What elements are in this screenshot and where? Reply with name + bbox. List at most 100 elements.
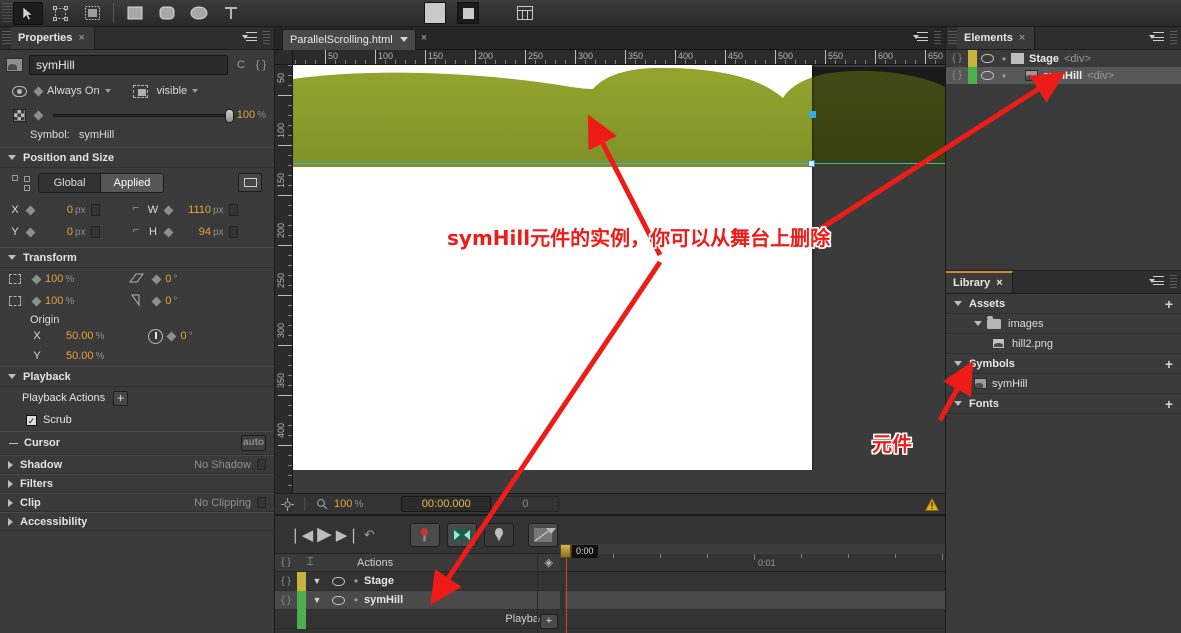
elements-dock-grip[interactable] <box>1170 31 1177 46</box>
rotation-value[interactable]: 0 <box>180 330 186 342</box>
stage-dock-grip[interactable] <box>934 31 941 46</box>
cursor-value-button[interactable]: auto <box>241 435 266 451</box>
display-eye-icon[interactable] <box>12 86 27 97</box>
ellipse-tool[interactable] <box>184 2 214 25</box>
skew-y-keyframe-icon[interactable] <box>152 296 162 306</box>
auto-transition-button[interactable] <box>447 523 477 547</box>
opacity-slider[interactable] <box>53 114 231 117</box>
center-stage-icon[interactable] <box>275 496 299 512</box>
visibility-icon[interactable] <box>133 85 148 98</box>
scale-y-keyframe-icon[interactable] <box>32 296 42 306</box>
tab-properties[interactable]: Properties × <box>11 27 95 49</box>
library-dock-grip[interactable] <box>1170 275 1177 290</box>
playhead[interactable]: 0:00 <box>566 554 567 633</box>
transform-tool[interactable] <box>45 2 75 25</box>
h-value[interactable]: 94 <box>177 226 211 238</box>
library-section-add-button[interactable]: + <box>1165 358 1173 370</box>
selection-handle-right[interactable] <box>809 111 816 118</box>
elements-row-eye-icon[interactable] <box>977 71 997 80</box>
library-section-expand-icon[interactable] <box>954 301 962 306</box>
library-panel-menu-icon[interactable] <box>1149 276 1165 288</box>
selection-tool[interactable] <box>13 2 43 25</box>
rectangle-tool[interactable] <box>120 2 150 25</box>
library-section-add-button[interactable]: + <box>1165 398 1173 410</box>
skew-x-value[interactable]: 0 <box>165 273 171 285</box>
timeline-row-code-icon[interactable]: { } <box>275 576 297 587</box>
element-name-input[interactable]: symHill <box>29 55 228 75</box>
filters-expand-icon[interactable] <box>8 480 13 488</box>
elements-row-code-icon[interactable]: { } <box>946 53 968 64</box>
frame-display[interactable]: 0 <box>491 496 559 512</box>
toolbar-grip[interactable] <box>2 3 12 23</box>
zoom-value[interactable]: 100 <box>334 498 352 510</box>
origin-y-value[interactable]: 50.00 <box>66 350 94 362</box>
x-units-toggle[interactable] <box>91 204 100 216</box>
shadow-swatch[interactable] <box>257 459 266 470</box>
opacity-slider-knob[interactable] <box>225 109 234 123</box>
global-button[interactable]: Global <box>38 173 101 193</box>
text-tool[interactable] <box>216 2 246 25</box>
scale-x-value[interactable]: 100 <box>45 273 63 285</box>
library-section-expand-icon[interactable] <box>954 401 962 406</box>
origin-x-value[interactable]: 50.00 <box>66 330 94 342</box>
document-tab-chevron-down-icon[interactable] <box>400 37 408 42</box>
section-filters[interactable]: Filters <box>0 474 274 493</box>
timeline-row-expand-icon[interactable]: ▼ <box>306 595 328 605</box>
library-item-hill2-png[interactable]: hill2.png <box>946 334 1181 354</box>
code-button[interactable]: { } <box>254 58 268 72</box>
elements-panel-grip[interactable] <box>948 31 957 46</box>
elements-row-lock-icon[interactable]: • <box>997 69 1011 83</box>
rotation-keyframe-icon[interactable] <box>167 331 177 341</box>
x-keyframe-icon[interactable] <box>26 205 36 215</box>
display-chevron-down-icon[interactable] <box>105 89 111 93</box>
h-keyframe-icon[interactable] <box>164 227 174 237</box>
class-button[interactable]: C <box>234 58 248 72</box>
add-keyframe-button[interactable]: + <box>540 614 558 629</box>
shadow-expand-icon[interactable] <box>8 461 13 469</box>
timeline-row-lock-icon[interactable]: • <box>348 574 364 588</box>
add-playback-action-button[interactable]: + <box>113 391 128 406</box>
elements-row-lock-icon[interactable]: • <box>997 52 1011 66</box>
tab-properties-close-icon[interactable]: × <box>78 32 84 44</box>
elements-row-stage[interactable]: { }•Stage<div> <box>946 50 1181 67</box>
h-units-toggle[interactable] <box>229 226 238 238</box>
section-clip[interactable]: ClipNo Clipping <box>0 493 274 512</box>
folder-expand-icon[interactable] <box>974 321 982 326</box>
w-value[interactable]: 1110 <box>177 204 211 216</box>
loop-button[interactable]: ↶ <box>364 527 375 543</box>
timeline-row-lock-icon[interactable]: • <box>348 593 364 607</box>
hill-artwork[interactable] <box>293 67 945 167</box>
tab-elements[interactable]: Elements × <box>957 27 1035 49</box>
timeline-expand-chevron-icon[interactable] <box>546 528 556 534</box>
scale-x-keyframe-icon[interactable] <box>32 274 42 284</box>
elements-row-code-icon[interactable]: { } <box>946 70 968 81</box>
library-section-add-button[interactable]: + <box>1165 298 1173 310</box>
zoom-magnifier-icon[interactable] <box>310 496 334 512</box>
properties-panel-menu-icon[interactable] <box>242 32 258 44</box>
aspect-link-icon[interactable]: ⌐ <box>126 202 146 218</box>
timeline-layer-row[interactable]: { }▼•symHill <box>275 591 560 610</box>
opacity-keyframe-icon[interactable] <box>34 110 44 120</box>
preset-layout-button[interactable] <box>238 173 262 192</box>
vertical-ruler[interactable]: 50100150200250300350400 <box>275 65 293 493</box>
x-value[interactable]: 0 <box>39 204 73 216</box>
applied-button[interactable]: Applied <box>101 173 164 193</box>
fill-color-swatch[interactable] <box>424 2 446 24</box>
section-playback[interactable]: Playback <box>0 366 274 387</box>
skew-y-value[interactable]: 0 <box>165 295 171 307</box>
timeline-row-eye-icon[interactable] <box>328 577 348 586</box>
transform-expand-icon[interactable] <box>8 255 16 260</box>
stroke-color-swatch[interactable] <box>457 2 479 24</box>
opacity-value[interactable]: 100 <box>237 109 255 121</box>
playhead-handle[interactable] <box>560 544 571 558</box>
properties-dock-grip[interactable] <box>263 31 270 46</box>
record-keyframe-button[interactable] <box>410 523 440 547</box>
library-section-symbols[interactable]: Symbols+ <box>946 354 1181 374</box>
section-accessibility[interactable]: Accessibility <box>0 512 274 531</box>
timeline-layer-row[interactable]: { }▼•Stage <box>275 572 560 591</box>
layout-grid-button[interactable] <box>510 2 540 25</box>
library-section-assets[interactable]: Assets+ <box>946 294 1181 314</box>
go-to-start-button[interactable]: ❘◀ <box>289 526 313 544</box>
playback-expand-icon[interactable] <box>8 374 16 379</box>
section-transform[interactable]: Transform <box>0 247 274 268</box>
